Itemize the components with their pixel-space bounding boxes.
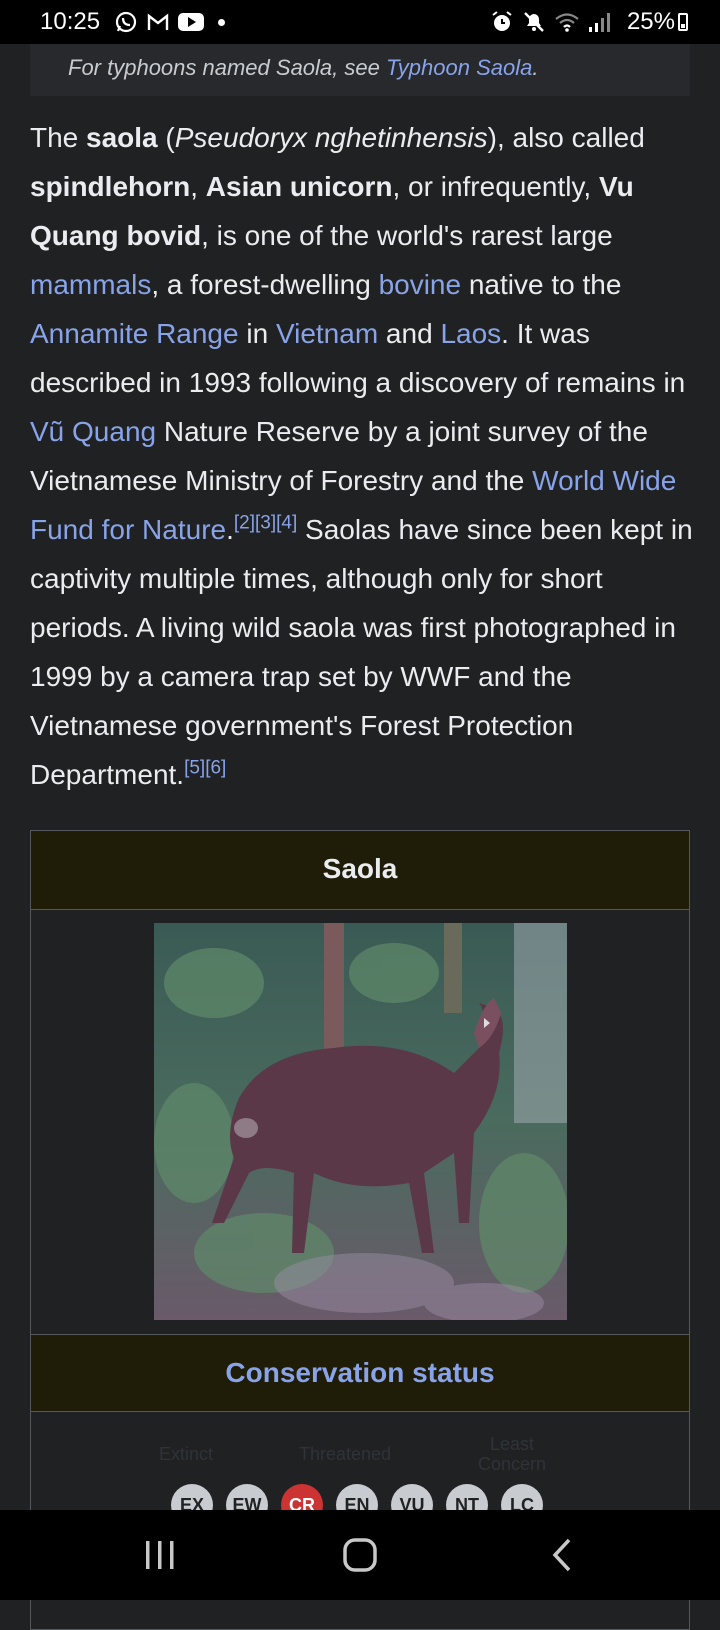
laos-link[interactable]: Laos (440, 318, 501, 349)
system-icons (490, 10, 610, 34)
home-button[interactable] (300, 1510, 420, 1600)
text-run: , (190, 171, 206, 202)
dot-icon (218, 18, 225, 26)
ref-5-link[interactable]: [5] (184, 758, 205, 779)
references-5-6: [5][6] (184, 758, 226, 779)
text-run: , a forest-dwelling (151, 269, 379, 300)
scientific-name: Pseudoryx nghetinhensis (174, 122, 488, 153)
text-run: ), also called (487, 122, 645, 153)
lead-paragraph: The saola (Pseudoryx nghetinhensis), als… (30, 113, 694, 799)
typhoon-saola-link[interactable]: Typhoon Saola (386, 55, 532, 80)
text-run: Saolas have since been kept in captivity… (30, 514, 693, 790)
term-saola: saola (86, 122, 158, 153)
vu-quang-link[interactable]: Vũ Quang (30, 416, 156, 447)
signal-icon (589, 13, 610, 32)
text-run: , is one of the world's rarest large (201, 220, 613, 251)
bovine-link[interactable]: bovine (379, 269, 462, 300)
mammals-link[interactable]: mammals (30, 269, 151, 300)
text-run: , or infrequently, (392, 171, 599, 202)
infobox-title: Saola (31, 831, 689, 910)
recent-apps-icon (146, 1541, 174, 1569)
text-run: The (30, 122, 87, 153)
back-icon (552, 1538, 571, 1572)
saola-photo[interactable] (154, 923, 567, 1320)
infobox-image-cell (31, 910, 689, 1335)
battery-icon (678, 13, 688, 31)
label-threatened: Threatened (299, 1444, 392, 1464)
back-button[interactable] (502, 1510, 622, 1600)
text-run: . (226, 514, 234, 545)
hatnote: For typhoons named Saola, see Typhoon Sa… (30, 44, 690, 96)
ref-2-link[interactable]: [2] (234, 513, 255, 534)
text-run: ( (157, 122, 175, 153)
hatnote-prefix: For typhoons named Saola, see (68, 55, 386, 80)
text-run: native to the (461, 269, 622, 300)
text-run: in (238, 318, 276, 349)
ref-6-link[interactable]: [6] (205, 758, 226, 779)
hatnote-suffix: . (532, 55, 539, 80)
references-2-4: [2][3][4] (234, 513, 297, 534)
text-run: and (378, 318, 441, 349)
recent-apps-button[interactable] (100, 1510, 220, 1600)
status-bar: 10:25 25% (0, 0, 720, 44)
home-icon (343, 1538, 377, 1572)
whatsapp-icon (115, 11, 137, 33)
youtube-icon (178, 13, 204, 31)
mute-icon (524, 12, 544, 32)
battery-level: 25% (626, 8, 675, 35)
gmail-icon (147, 13, 169, 30)
term-spindlehorn: spindlehorn (30, 171, 191, 202)
clock: 10:25 (40, 8, 101, 35)
conservation-status-heading[interactable]: Conservation status (31, 1335, 689, 1412)
alarm-icon (492, 11, 512, 31)
wifi-icon (555, 13, 579, 32)
annamite-range-link[interactable]: Annamite Range (30, 318, 239, 349)
label-least-concern: Least Concern (477, 1434, 547, 1474)
ref-4-link[interactable]: [4] (276, 513, 297, 534)
ref-3-link[interactable]: [3] (255, 513, 276, 534)
notification-icons (114, 10, 225, 34)
label-extinct: Extinct (159, 1444, 214, 1464)
battery-indicator: 25% (627, 8, 688, 36)
navigation-bar (0, 1510, 720, 1600)
vietnam-link[interactable]: Vietnam (276, 318, 378, 349)
term-asian-unicorn: Asian unicorn (205, 171, 393, 202)
status-scale-labels: Extinct Threatened Least Concern (31, 1434, 689, 1474)
